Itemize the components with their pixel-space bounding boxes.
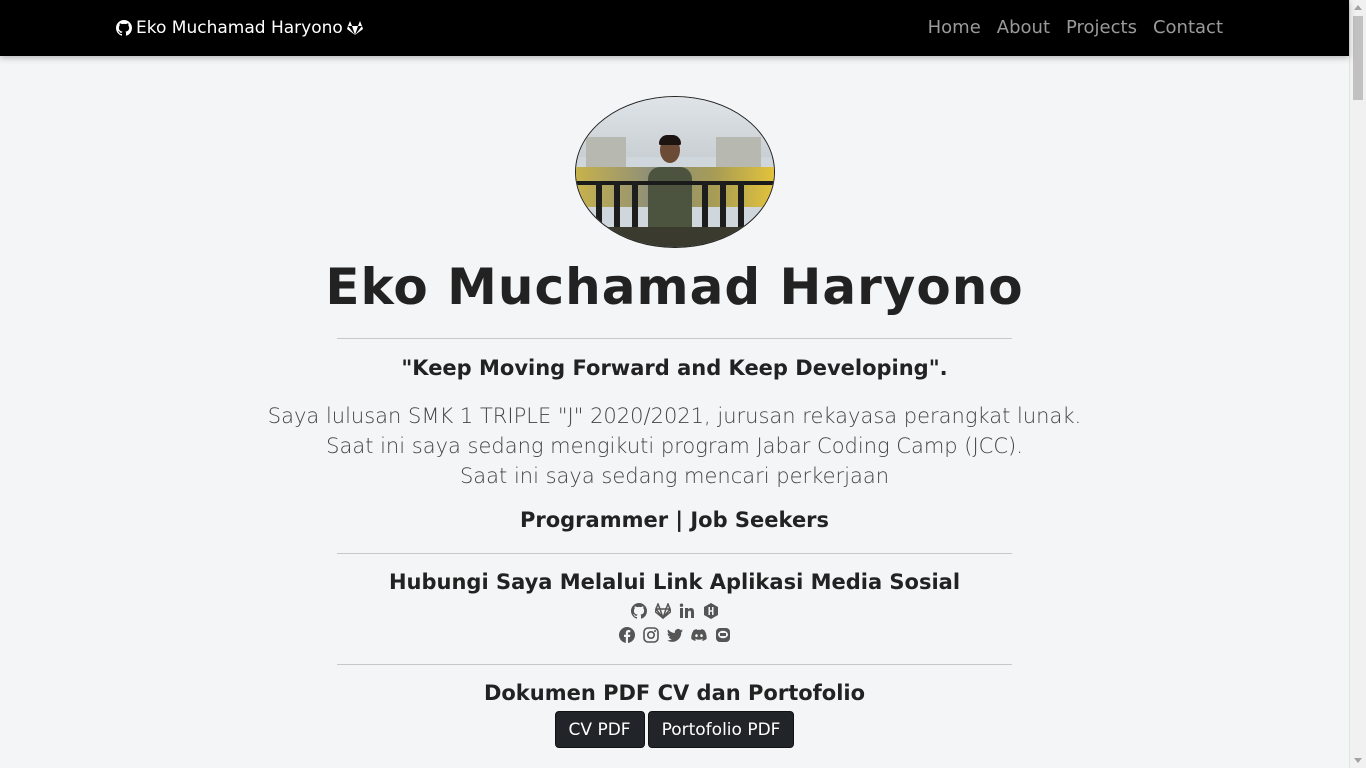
line-icon[interactable]	[715, 627, 731, 643]
github-icon[interactable]	[630, 603, 647, 619]
nav-about[interactable]: About	[997, 15, 1050, 41]
navbar: Eko Muchamad Haryono Home About Projects…	[0, 0, 1349, 56]
gitlab-icon	[346, 20, 363, 36]
nav-contact[interactable]: Contact	[1153, 15, 1223, 41]
portfolio-pdf-button[interactable]: Portofolio PDF	[647, 711, 795, 748]
divider	[337, 664, 1012, 665]
divider	[337, 553, 1012, 554]
bio-line: Saat ini saya sedang mengikuti program J…	[326, 434, 1023, 458]
page-title: Eko Muchamad Haryono	[325, 258, 1024, 316]
scrollbar[interactable]	[1349, 0, 1366, 768]
docs-buttons: CV PDF Portofolio PDF	[0, 711, 1349, 748]
cv-pdf-button[interactable]: CV PDF	[554, 711, 645, 748]
nav-projects[interactable]: Projects	[1066, 15, 1137, 41]
github-icon	[116, 20, 132, 36]
scroll-down-icon[interactable]	[1354, 758, 1362, 763]
social-row-1	[0, 603, 1349, 619]
docs-title: Dokumen PDF CV dan Portofolio	[483, 681, 866, 705]
facebook-icon[interactable]	[618, 627, 635, 643]
bio-line: Saat ini saya sedang mencari perkerjaan	[459, 464, 890, 488]
scroll-up-icon[interactable]	[1354, 5, 1362, 10]
nav-home[interactable]: Home	[928, 15, 981, 41]
contact-title: Hubungi Saya Melalui Link Aplikasi Media…	[388, 570, 961, 594]
discord-icon[interactable]	[690, 627, 707, 643]
brand-link[interactable]: Eko Muchamad Haryono	[116, 16, 363, 40]
social-row-2	[0, 627, 1349, 643]
bio: Saya lulusan SMK 1 TRIPLE "J" 2020/2021,…	[0, 401, 1349, 491]
nav-links: Home About Projects Contact	[928, 15, 1223, 41]
scroll-thumb[interactable]	[1353, 16, 1363, 100]
linkedin-icon[interactable]	[679, 603, 695, 619]
quote: "Keep Moving Forward and Keep Developing…	[401, 356, 948, 380]
profile-photo	[575, 96, 775, 248]
hackerrank-icon[interactable]	[703, 603, 719, 619]
role: Programmer | Job Seekers	[519, 508, 830, 532]
bio-line: Saya lulusan SMK 1 TRIPLE "J" 2020/2021,…	[267, 404, 1082, 428]
gitlab-icon[interactable]	[654, 603, 671, 619]
twitter-icon[interactable]	[666, 627, 683, 643]
divider	[337, 338, 1012, 339]
brand-name: Eko Muchamad Haryono	[136, 18, 343, 38]
instagram-icon[interactable]	[642, 627, 659, 643]
